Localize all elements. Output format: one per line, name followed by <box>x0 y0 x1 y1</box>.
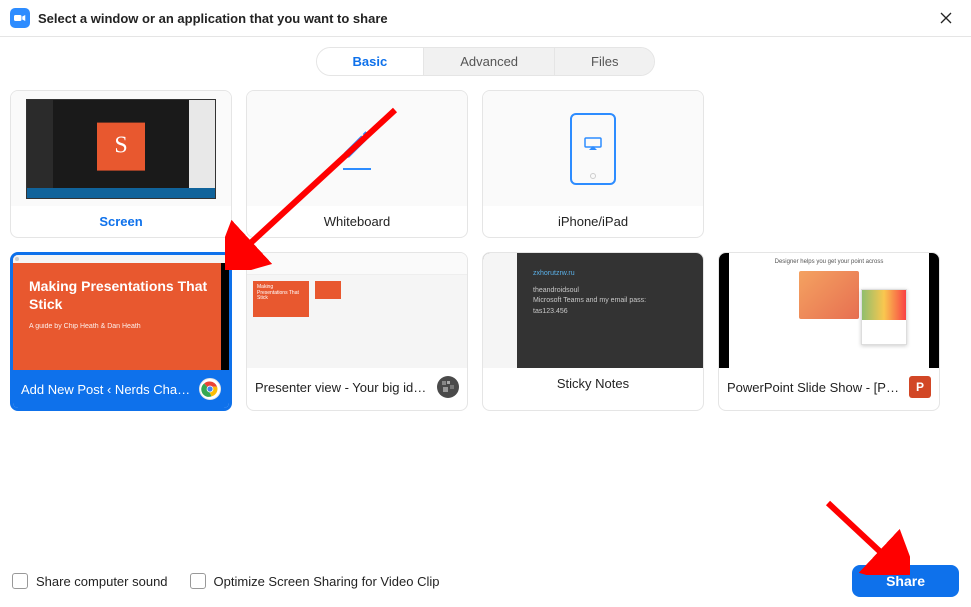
powerpoint-preview: Designer helps you get your point across <box>719 253 939 368</box>
tile-label: Sticky Notes <box>491 376 695 391</box>
tile-sticky-notes[interactable]: zxhorutzrw.ru theandroidsoul Microsoft T… <box>482 252 704 411</box>
checkbox-label: Share computer sound <box>36 574 168 589</box>
tile-label: Add New Post ‹ Nerds Chalk — ... <box>21 382 191 397</box>
tile-iphone-ipad[interactable]: iPhone/iPad <box>482 90 704 238</box>
checkbox-label: Optimize Screen Sharing for Video Clip <box>214 574 440 589</box>
close-button[interactable] <box>931 6 961 30</box>
tile-whiteboard[interactable]: Whiteboard <box>246 90 468 238</box>
tab-files[interactable]: Files <box>555 48 654 75</box>
whiteboard-preview <box>247 91 467 206</box>
share-options-grid: S Screen Whiteboard <box>10 90 961 411</box>
checkbox-icon <box>12 573 28 589</box>
tab-basic[interactable]: Basic <box>317 48 425 75</box>
airplay-icon <box>584 137 602 154</box>
content-area: S Screen Whiteboard <box>0 90 971 451</box>
tile-label: Screen <box>19 214 223 229</box>
tile-label: PowerPoint Slide Show - [Present... <box>727 380 901 395</box>
tile-label: iPhone/iPad <box>491 214 695 229</box>
checkbox-share-sound[interactable]: Share computer sound <box>12 573 168 589</box>
tabs: Basic Advanced Files <box>316 47 656 76</box>
tile-label: Presenter view - Your big idea - G... <box>255 380 429 395</box>
screen-preview: S <box>11 91 231 206</box>
share-button[interactable]: Share <box>852 565 959 597</box>
app-icon-generic <box>437 376 459 398</box>
phone-icon <box>570 113 616 185</box>
titlebar: Select a window or an application that y… <box>0 0 971 37</box>
pencil-icon <box>340 127 374 170</box>
powerpoint-icon: P <box>909 376 931 398</box>
sticky-preview: zxhorutzrw.ru theandroidsoul Microsoft T… <box>483 253 703 368</box>
checkbox-icon <box>190 573 206 589</box>
close-icon <box>940 12 952 24</box>
tile-powerpoint[interactable]: Designer helps you get your point across… <box>718 252 940 411</box>
zoom-app-icon <box>10 8 30 28</box>
chrome-icon <box>199 378 221 400</box>
window-title: Select a window or an application that y… <box>38 11 931 26</box>
checkbox-optimize-video[interactable]: Optimize Screen Sharing for Video Clip <box>190 573 440 589</box>
tile-label: Whiteboard <box>255 214 459 229</box>
tile-presenter-view[interactable]: Making Presentations That Stick Presente… <box>246 252 468 411</box>
presenter-preview: Making Presentations That Stick <box>247 253 467 368</box>
footer: Share computer sound Optimize Screen Sha… <box>0 554 971 607</box>
tile-chrome-window[interactable]: Making Presentations That Stick A guide … <box>10 252 232 411</box>
chrome-preview: Making Presentations That Stick A guide … <box>13 255 229 370</box>
tab-advanced[interactable]: Advanced <box>424 48 555 75</box>
tile-screen[interactable]: S Screen <box>10 90 232 238</box>
tabs-row: Basic Advanced Files <box>0 37 971 90</box>
iphone-preview <box>483 91 703 206</box>
